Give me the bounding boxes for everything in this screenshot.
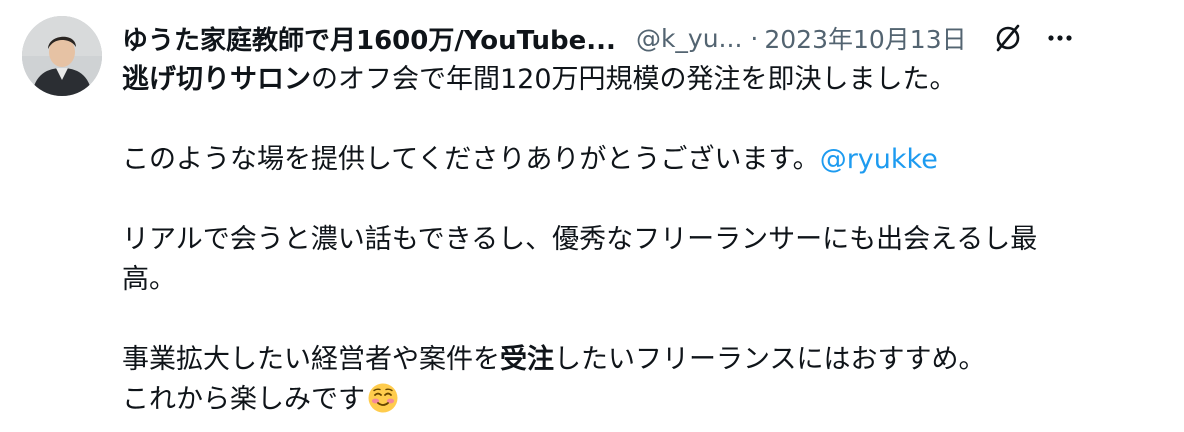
tweet-line-4: 事業拡大したい経営者や案件を受注したいフリーランスにはおすすめ。	[122, 340, 1152, 380]
tweet-date[interactable]: 2023年10月13日	[764, 20, 966, 56]
tweet: ゆうた家庭教師で月1600万/YouTube... @k_yu... · 202…	[0, 0, 1184, 432]
mention-link[interactable]: @ryukke	[820, 144, 938, 175]
author-name[interactable]: ゆうた家庭教師で月1600万/YouTube...	[122, 20, 616, 57]
more-horizontal-icon	[1048, 35, 1072, 41]
tweet-body: 逃げ切りサロンのオフ会で年間120万円規模の発注を即決しました。 このような場を…	[122, 60, 1152, 426]
line-3b-text: 高。	[122, 264, 176, 295]
tweet-line-2: このような場を提供してくださりありがとうございます。@ryukke	[122, 140, 1152, 180]
separator-dot: ·	[750, 23, 759, 53]
line-4b-text: したいフリーランスにはおすすめ。	[554, 344, 986, 375]
line-4a-text: 事業拡大したい経営者や案件を	[122, 344, 500, 375]
smiling-face-emoji-icon	[367, 382, 399, 426]
line-5-text: これから楽しみです	[122, 384, 365, 415]
avatar[interactable]	[22, 16, 102, 96]
grok-button[interactable]	[991, 21, 1025, 55]
tweet-line-1: 逃げ切りサロンのオフ会で年間120万円規模の発注を即決しました。	[122, 60, 1152, 100]
tweet-line-3: リアルで会うと濃い話もできるし、優秀なフリーランサーにも出会えるし最 高。	[122, 220, 1152, 300]
grok-icon	[996, 24, 1019, 52]
tweet-line-5: これから楽しみです	[122, 380, 1152, 426]
line-1-text: のオフ会で年間120万円規模の発注を即決しました。	[311, 64, 957, 95]
line-3a-text: リアルで会うと濃い話もできるし、優秀なフリーランサーにも出会えるし最	[122, 224, 1038, 255]
tweet-header: ゆうた家庭教師で月1600万/YouTube... @k_yu... · 202…	[122, 16, 1162, 60]
author-handle[interactable]: @k_yu...	[636, 24, 742, 53]
line-4-bold: 受注	[500, 344, 554, 375]
line-2-text: このような場を提供してくださりありがとうございます。	[122, 144, 820, 175]
avatar-image	[22, 16, 102, 96]
more-options-button[interactable]	[1043, 21, 1077, 55]
salon-name: 逃げ切りサロン	[122, 64, 311, 95]
